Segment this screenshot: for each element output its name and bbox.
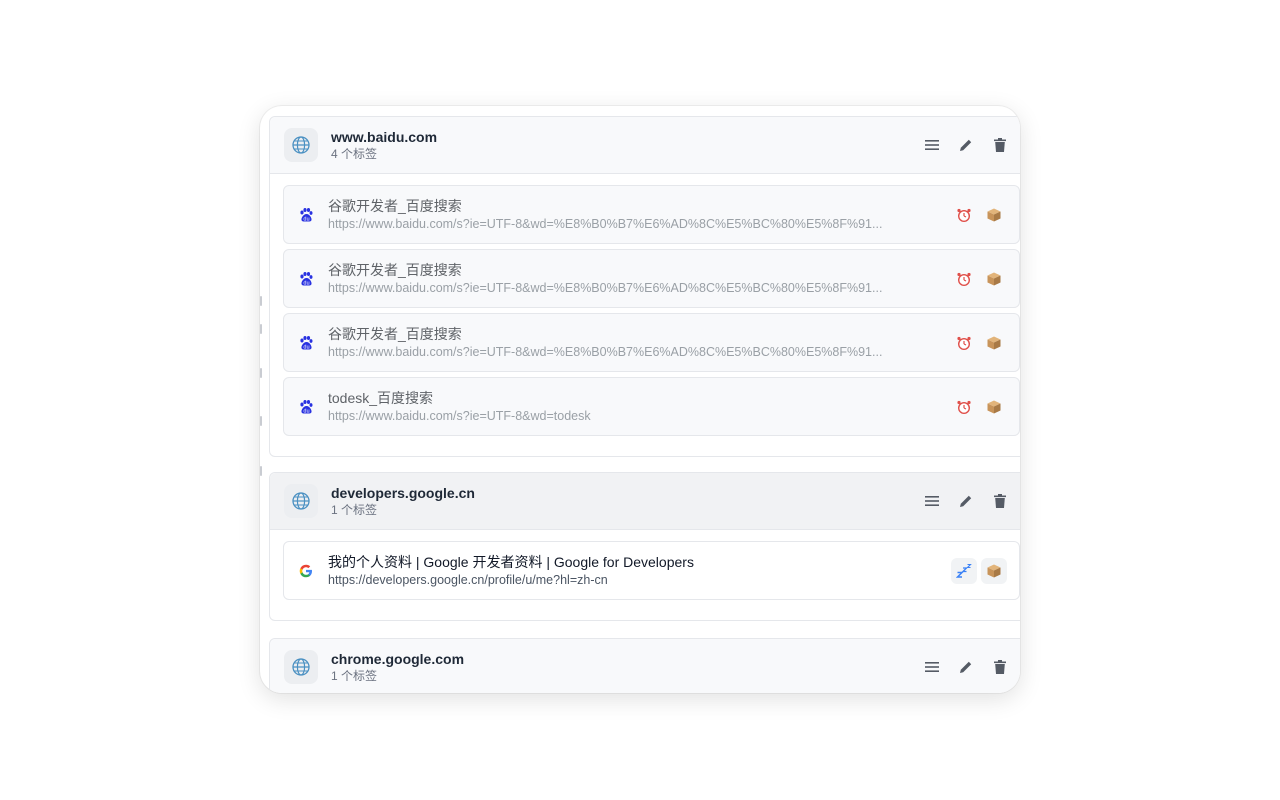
tab-url: https://www.baidu.com/s?ie=UTF-8&wd=%E8%…: [328, 345, 883, 359]
baidu-paw-icon: du: [296, 397, 316, 417]
edge-mark: [260, 416, 262, 426]
edge-mark: [260, 296, 262, 306]
baidu-paw-icon: du: [296, 269, 316, 289]
tab-title: 我的个人资料 | Google 开发者资料 | Google for Devel…: [328, 554, 694, 570]
tab-item[interactable]: du todesk_百度搜索 https://www.baidu.com/s?i…: [283, 377, 1020, 436]
globe-icon: [284, 484, 318, 518]
domain-group-chrome-google: chrome.google.com 1 个标签: [269, 638, 1020, 693]
group-tab-count: 1 个标签: [331, 503, 378, 517]
menu-icon[interactable]: [922, 657, 942, 677]
edit-icon[interactable]: [956, 135, 976, 155]
edit-icon[interactable]: [956, 657, 976, 677]
box-icon[interactable]: [981, 330, 1007, 356]
edge-marks: [260, 106, 266, 693]
edge-mark: [260, 466, 262, 476]
tab-item[interactable]: du 谷歌开发者_百度搜索 https://www.baidu.com/s?ie…: [283, 249, 1020, 308]
group-domain: developers.google.cn: [331, 485, 475, 501]
google-g-icon: [296, 561, 316, 581]
group-domain: www.baidu.com: [331, 129, 438, 145]
svg-text:du: du: [303, 408, 309, 414]
tab-title: 谷歌开发者_百度搜索: [328, 198, 462, 214]
tab-item[interactable]: du 谷歌开发者_百度搜索 https://www.baidu.com/s?ie…: [283, 185, 1020, 244]
svg-text:du: du: [303, 216, 309, 222]
box-icon[interactable]: [981, 557, 1007, 584]
alarm-clock-icon[interactable]: [951, 330, 977, 356]
sleep-icon[interactable]: [951, 557, 977, 584]
group-header[interactable]: www.baidu.com 4 个标签: [270, 117, 1020, 174]
tab-manager-window: www.baidu.com 4 个标签 du 谷歌开发者_百度搜索 https:…: [260, 106, 1020, 693]
alarm-clock-icon[interactable]: [951, 202, 977, 228]
tab-title: 谷歌开发者_百度搜索: [328, 326, 462, 342]
group-tab-count: 1 个标签: [331, 669, 378, 683]
box-icon[interactable]: [981, 202, 1007, 228]
group-header[interactable]: chrome.google.com 1 个标签: [270, 639, 1020, 693]
edge-mark: [260, 324, 262, 334]
edge-mark: [260, 368, 262, 378]
box-icon[interactable]: [981, 266, 1007, 292]
menu-icon[interactable]: [922, 491, 942, 511]
edit-icon[interactable]: [956, 491, 976, 511]
globe-icon: [284, 128, 318, 162]
alarm-clock-icon[interactable]: [951, 266, 977, 292]
tab-title: todesk_百度搜索: [328, 390, 434, 406]
baidu-paw-icon: du: [296, 205, 316, 225]
trash-icon[interactable]: [990, 491, 1010, 511]
alarm-clock-icon[interactable]: [951, 394, 977, 420]
domain-group-developers-google: developers.google.cn 1 个标签 我的个人资料 | Goog…: [269, 472, 1020, 621]
tab-title: 谷歌开发者_百度搜索: [328, 262, 462, 278]
group-tab-count: 4 个标签: [331, 147, 378, 161]
trash-icon[interactable]: [990, 657, 1010, 677]
tab-url: https://developers.google.cn/profile/u/m…: [328, 573, 608, 587]
globe-icon: [284, 650, 318, 684]
baidu-paw-icon: du: [296, 333, 316, 353]
group-header[interactable]: developers.google.cn 1 个标签: [270, 473, 1020, 530]
tab-item[interactable]: 我的个人资料 | Google 开发者资料 | Google for Devel…: [283, 541, 1020, 600]
tab-url: https://www.baidu.com/s?ie=UTF-8&wd=%E8%…: [328, 281, 883, 295]
domain-group-baidu: www.baidu.com 4 个标签 du 谷歌开发者_百度搜索 https:…: [269, 116, 1020, 457]
tab-item[interactable]: du 谷歌开发者_百度搜索 https://www.baidu.com/s?ie…: [283, 313, 1020, 372]
tab-url: https://www.baidu.com/s?ie=UTF-8&wd=%E8%…: [328, 217, 883, 231]
box-icon[interactable]: [981, 394, 1007, 420]
trash-icon[interactable]: [990, 135, 1010, 155]
tab-url: https://www.baidu.com/s?ie=UTF-8&wd=tode…: [328, 409, 591, 423]
group-domain: chrome.google.com: [331, 651, 465, 667]
svg-text:du: du: [303, 344, 309, 350]
menu-icon[interactable]: [922, 135, 942, 155]
svg-text:du: du: [303, 280, 309, 286]
